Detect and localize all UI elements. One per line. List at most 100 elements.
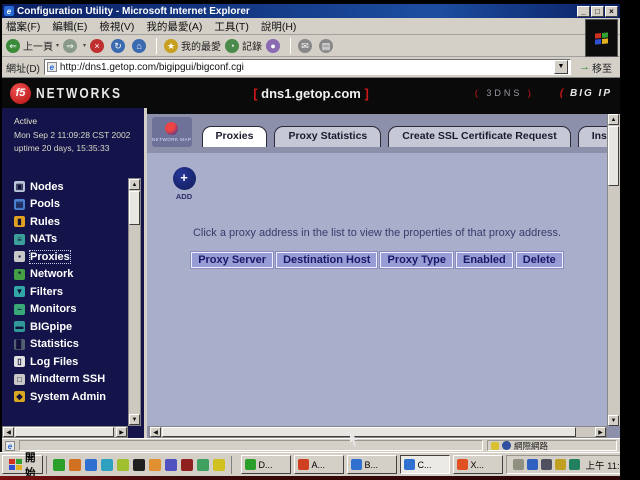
quick-launch-icon[interactable] — [165, 459, 177, 471]
quick-launch-icon[interactable] — [101, 459, 113, 471]
menu-item-5[interactable]: 說明(H) — [261, 19, 297, 34]
nats-icon: ≡ — [14, 234, 25, 245]
scroll-thumb[interactable] — [162, 427, 576, 437]
network-icon: * — [14, 269, 25, 280]
update-icon[interactable] — [555, 459, 566, 470]
zone-warning-icon — [491, 442, 499, 450]
network-map-icon — [165, 122, 178, 135]
main-vertical-scrollbar[interactable]: ▲ ▼ — [607, 114, 620, 426]
quick-launch-icon[interactable] — [197, 459, 209, 471]
media-button[interactable]: ● — [266, 39, 283, 53]
menu-item-1[interactable]: 編輯(E) — [52, 19, 87, 34]
window-app-icon — [245, 459, 256, 470]
scroll-left-icon[interactable]: ◀ — [3, 427, 14, 437]
address-input[interactable]: e http://dns1.getop.com/bigipgui/bigconf… — [44, 59, 571, 75]
quick-launch-icon[interactable] — [117, 459, 129, 471]
sidebar-item-proxies[interactable]: ▪ Proxies — [14, 248, 144, 266]
back-button[interactable]: ⇐ 上一頁 ▾ — [6, 38, 59, 53]
go-button[interactable]: → 移至 — [575, 60, 616, 75]
quick-launch-icon[interactable] — [149, 459, 161, 471]
volume-icon[interactable] — [513, 459, 524, 470]
sidebar-item-log-files[interactable]: ▯ Log Files — [14, 353, 144, 371]
forward-icon: ⇒ — [63, 39, 77, 53]
favorites-button[interactable]: ★ 我的最愛 — [164, 38, 221, 53]
minimize-button[interactable]: _ — [577, 6, 590, 17]
sidebar-item-nodes[interactable]: ▣ Nodes — [14, 178, 144, 196]
message-icon[interactable] — [527, 459, 538, 470]
taskbar-window-button-2[interactable]: B... — [347, 455, 397, 474]
sidebar-horizontal-scrollbar[interactable]: ◀ ▶ — [2, 426, 128, 438]
sidebar-item-statistics[interactable]: ▊ Statistics — [14, 335, 144, 353]
scroll-right-icon[interactable]: ▶ — [116, 427, 127, 437]
menu-item-3[interactable]: 我的最愛(A) — [146, 19, 202, 34]
start-button[interactable]: 開始 — [2, 455, 43, 474]
taskbar-window-button-4[interactable]: X... — [453, 455, 503, 474]
sidebar-item-rules[interactable]: ▮ Rules — [14, 213, 144, 231]
tab-proxy-statistics[interactable]: Proxy Statistics — [274, 126, 381, 147]
sidebar-item-system-admin[interactable]: ◆ System Admin — [14, 388, 144, 406]
table-header-cell: Proxy Server — [191, 252, 273, 268]
tab-create-ssl-certificate-request[interactable]: Create SSL Certificate Request — [388, 126, 570, 147]
scroll-right-icon[interactable]: ▶ — [595, 427, 606, 437]
scroll-left-icon[interactable]: ◀ — [150, 427, 161, 437]
instruction-text: Click a proxy address in the list to vie… — [147, 227, 607, 239]
f5-header: f5 NETWORKS [ dns1.getop.com ] ( 3DNS ) … — [2, 78, 620, 108]
home-button[interactable]: ⌂ — [132, 39, 149, 53]
add-button[interactable]: + — [173, 167, 196, 190]
zone-label: 網際網路 — [514, 440, 548, 452]
sidebar-item-bigpipe[interactable]: ▬ BIGpipe — [14, 318, 144, 336]
quick-launch-icon[interactable] — [181, 459, 193, 471]
menu-item-0[interactable]: 檔案(F) — [6, 19, 40, 34]
address-dropdown-button[interactable]: ▼ — [554, 60, 568, 74]
bigpipe-icon: ▬ — [14, 321, 25, 332]
display-icon[interactable] — [541, 459, 552, 470]
scroll-up-icon[interactable]: ▲ — [129, 179, 140, 190]
tab-proxies[interactable]: Proxies — [202, 126, 268, 147]
sidebar-item-nats[interactable]: ≡ NATs — [14, 230, 144, 248]
sidebar-item-pools[interactable]: ▤ Pools — [14, 195, 144, 213]
print-button[interactable]: ▤ — [319, 39, 336, 53]
sidebar-item-mindterm-ssh[interactable]: □ Mindterm SSH — [14, 370, 144, 388]
title-bar[interactable]: e Configuration Utility - Microsoft Inte… — [2, 4, 620, 18]
history-button[interactable]: ◔ 記錄 — [225, 38, 262, 53]
quick-launch-icon[interactable] — [213, 459, 225, 471]
taskbar-window-button-1[interactable]: A... — [294, 455, 344, 474]
taskbar: 開始 D... A... B... C... X... 上午 11:00 — [0, 452, 620, 476]
quick-launch-icon[interactable] — [133, 459, 145, 471]
window-app-icon — [351, 459, 362, 470]
sidebar-item-filters[interactable]: ▼ Filters — [14, 283, 144, 301]
scroll-down-icon[interactable]: ▼ — [608, 415, 619, 426]
nodes-icon: ▣ — [14, 181, 25, 192]
quick-launch-icon[interactable] — [53, 459, 65, 471]
scroll-down-icon[interactable]: ▼ — [129, 414, 140, 425]
scroll-thumb[interactable] — [608, 126, 619, 186]
rules-icon: ▮ — [14, 216, 25, 227]
network-map-button[interactable]: NETWORK MAP — [152, 117, 192, 147]
network-status-icon[interactable] — [569, 459, 580, 470]
quick-launch-icon[interactable] — [69, 459, 81, 471]
close-button[interactable]: × — [605, 6, 618, 17]
main-horizontal-scrollbar[interactable]: ◀ ▶ — [149, 426, 607, 438]
quick-launch-icon[interactable] — [85, 459, 97, 471]
maximize-button[interactable]: □ — [591, 6, 604, 17]
taskbar-window-button-3[interactable]: C... — [400, 455, 450, 474]
scroll-thumb[interactable] — [129, 191, 140, 225]
stop-button[interactable]: × — [90, 39, 107, 53]
refresh-icon: ↻ — [111, 39, 125, 53]
refresh-button[interactable]: ↻ — [111, 39, 128, 53]
sidebar-frame: Active Mon Sep 2 11:09:28 CST 2002 uptim… — [2, 108, 147, 438]
forward-button[interactable]: ⇒ ▾ — [63, 39, 86, 53]
mail-button[interactable]: ✉ — [298, 39, 315, 53]
sidebar-item-network[interactable]: * Network — [14, 265, 144, 283]
taskbar-window-button-0[interactable]: D... — [241, 455, 291, 474]
add-control[interactable]: + ADD — [169, 167, 199, 201]
page-icon: e — [47, 62, 57, 72]
menu-item-2[interactable]: 檢視(V) — [99, 19, 134, 34]
sidebar-vertical-scrollbar[interactable]: ▲ ▼ — [128, 178, 141, 426]
window-app-icon — [404, 459, 415, 470]
scroll-up-icon[interactable]: ▲ — [608, 114, 619, 125]
capture-black-band — [620, 0, 640, 480]
scroll-thumb[interactable] — [15, 427, 114, 437]
sidebar-item-monitors[interactable]: ~ Monitors — [14, 300, 144, 318]
menu-item-4[interactable]: 工具(T) — [214, 19, 248, 34]
